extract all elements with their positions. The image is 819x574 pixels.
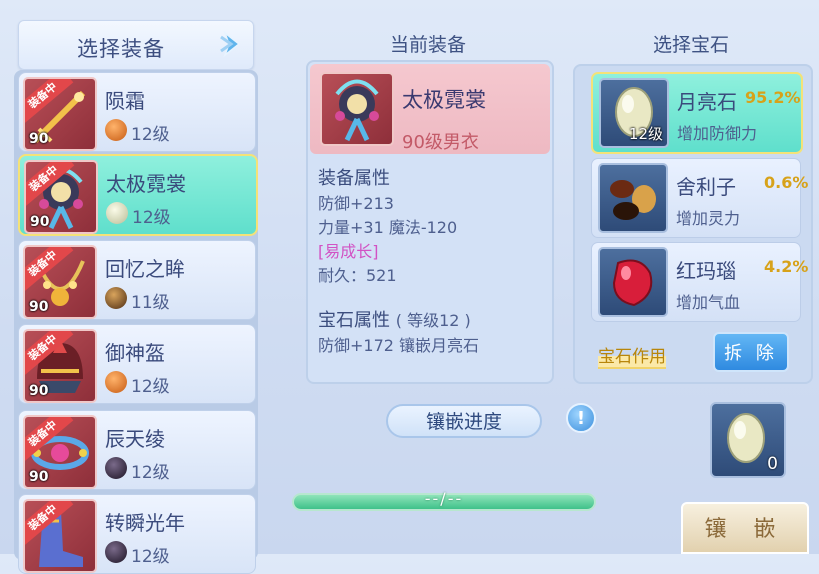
equipment-name: 回忆之眸: [105, 257, 185, 281]
select-equipment-header: 选择装备: [18, 20, 254, 70]
gem-item-sarira[interactable]: 舍利子 0.6% 增加灵力: [591, 158, 808, 238]
equipment-attr-line: [易成长]: [318, 242, 379, 261]
equipment-thumb: 装备中 90: [23, 245, 97, 319]
gem-level: 12级: [628, 125, 663, 143]
equipment-level: 90: [29, 131, 49, 147]
gem-thumb: [598, 163, 668, 233]
equipment-name: 御神盔: [105, 341, 165, 365]
gem-percent: 4.2%: [764, 257, 809, 276]
inlay-button[interactable]: 镶 嵌: [681, 502, 809, 554]
equipment-level: 90: [30, 214, 50, 230]
current-equipment-name: 太极霓裳: [402, 88, 486, 112]
equipment-attr-title: 装备属性: [318, 168, 390, 189]
inlay-progress-label: 镶嵌进度: [386, 404, 542, 438]
equipment-item-yunshuang[interactable]: 装备中 90 陨霜 12级: [18, 72, 256, 152]
gem-attr-title-text: 宝石属性: [318, 310, 390, 331]
red-agate-icon: [612, 259, 653, 307]
stone-level: 12级: [131, 463, 170, 483]
equipment-item-zhuanshun-guangnian[interactable]: 装备中 转瞬光年 12级: [18, 494, 256, 574]
gem-attr-line: 防御+172 镶嵌月亮石: [318, 336, 480, 355]
equipment-item-yushen-kui[interactable]: 装备中 90 御神盔 12级: [18, 324, 256, 404]
orange-stone-icon: [105, 371, 127, 393]
equipment-list[interactable]: 装备中 90 陨霜 12级 装备中 90 太极霓裳 12级 装备中 90 回忆之…: [14, 70, 258, 574]
equipment-item-huiyi-zhimou[interactable]: 装备中 90 回忆之眸 11级: [18, 240, 256, 320]
equipment-thumb: 装备中: [23, 499, 97, 573]
info-icon[interactable]: !: [566, 403, 596, 433]
current-equipment-panel: 太极霓裳 90级男衣 装备属性 防御+213 力量+31 魔法-120 [易成长…: [306, 60, 554, 384]
gem-thumb: [598, 247, 668, 317]
equipment-thumb: 装备中 90: [23, 77, 97, 151]
stone-level: 12级: [131, 125, 170, 145]
select-equipment-title: 选择装备: [77, 37, 165, 61]
moonstone-icon: [106, 202, 128, 224]
current-equipment-type: 90级男衣: [402, 132, 479, 153]
inlay-progress-text: --/--: [424, 489, 464, 508]
equipment-name: 陨霜: [105, 89, 145, 113]
gem-effect: 增加灵力: [676, 209, 741, 228]
equipment-name: 转瞬光年: [105, 511, 185, 535]
black-stone-icon: [105, 541, 127, 563]
current-equipment-title: 当前装备: [389, 34, 466, 56]
select-gem-title: 选择宝石: [652, 34, 729, 56]
stone-level: 12级: [131, 547, 170, 567]
orange-stone-icon: [105, 119, 127, 141]
gem-effect: 增加防御力: [677, 124, 758, 143]
stone-level: 12级: [131, 377, 170, 397]
equipment-thumb: 装备中 90: [24, 160, 98, 234]
gem-percent: 0.6%: [764, 173, 809, 192]
gem-attr-level: ( 等级12 ): [395, 311, 471, 330]
gem-thumb: 12级: [599, 78, 669, 148]
equipment-level: 90: [29, 383, 49, 399]
gem-item-moonstone[interactable]: 12级 月亮石 95.2% 增加防御力: [591, 72, 803, 154]
equipment-name: 太极霓裳: [106, 172, 186, 196]
equipment-attr-line: 力量+31 魔法-120: [318, 218, 458, 237]
gem-effect-link[interactable]: 宝石作用: [598, 342, 666, 369]
gem-slot-count: 0: [767, 454, 778, 474]
gem-effect: 增加气血: [676, 293, 741, 312]
sarira-icon: [610, 180, 656, 220]
equipment-thumb: 装备中 90: [23, 329, 97, 403]
gem-name: 月亮石: [677, 90, 737, 114]
equipment-thumb: 装备中 90: [23, 415, 97, 489]
gem-name: 红玛瑙: [676, 259, 736, 283]
gem-attr-title: 宝石属性 ( 等级12 ): [318, 306, 471, 332]
gem-name: 舍利子: [676, 175, 736, 199]
equipment-attr-line: 防御+213: [318, 194, 394, 213]
current-equipment-thumb: [320, 72, 394, 146]
stone-level: 12级: [132, 208, 171, 228]
equipment-level: 90: [29, 469, 49, 485]
gem-percent: 95.2%: [745, 88, 801, 107]
sarira-stone-icon: [105, 287, 127, 309]
current-equipment-header: 太极霓裳 90级男衣: [310, 64, 550, 154]
arrow-right-icon[interactable]: [219, 29, 247, 59]
equipment-attr-line: 耐久：521: [318, 266, 397, 285]
black-stone-icon: [105, 457, 127, 479]
equipment-item-taiji-nichang[interactable]: 装备中 90 太极霓裳 12级: [18, 154, 258, 236]
stone-level: 11级: [131, 293, 170, 313]
equipment-item-chentian-ling[interactable]: 装备中 90 辰天绫 12级: [18, 410, 256, 490]
equipment-level: 90: [29, 299, 49, 315]
remove-button[interactable]: 拆 除: [713, 332, 789, 372]
gem-slot[interactable]: 0: [710, 402, 786, 478]
equipment-name: 辰天绫: [105, 427, 165, 451]
gem-item-red-agate[interactable]: 红玛瑙 4.2% 增加气血: [591, 242, 808, 322]
robe-icon: [335, 79, 379, 142]
